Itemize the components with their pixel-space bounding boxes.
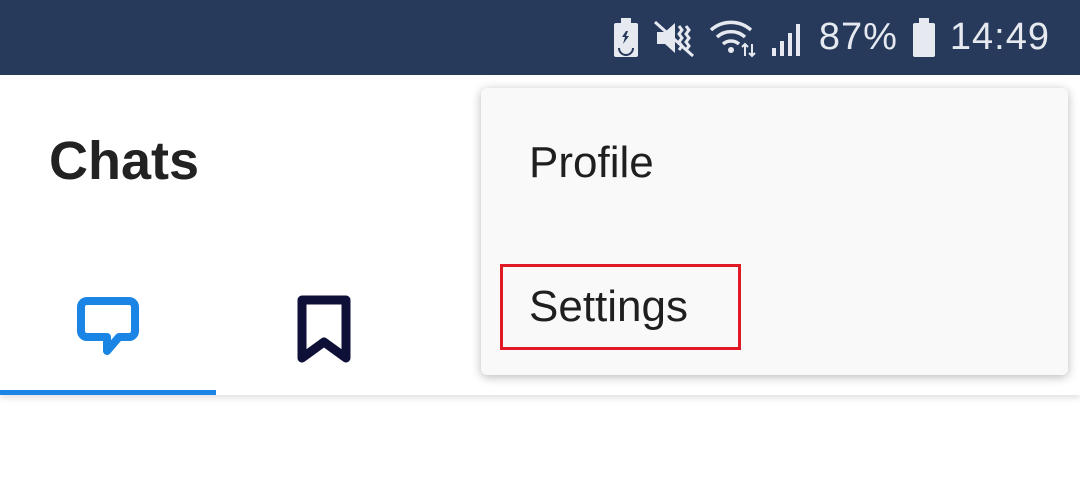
status-bar: 87% 14:49 [0,0,1080,75]
chat-bubble-icon [77,295,139,362]
overflow-menu: Profile Settings [481,88,1068,375]
battery-icon [912,17,936,58]
wifi-icon [709,18,757,58]
signal-icon [771,18,805,58]
clock: 14:49 [949,16,1050,58]
tab-saved[interactable] [216,265,432,395]
battery-percent: 87% [818,16,898,58]
status-icons: 87% 14:49 [613,0,1050,75]
menu-item-profile[interactable]: Profile [529,138,654,188]
battery-saver-icon [613,17,639,58]
tab-selected-indicator [0,390,216,395]
tab-chats[interactable] [0,265,216,395]
vibrate-mute-icon [653,18,695,58]
page-title: Chats [49,131,200,191]
bookmark-icon [296,295,352,370]
settings-highlight-box [500,264,741,350]
